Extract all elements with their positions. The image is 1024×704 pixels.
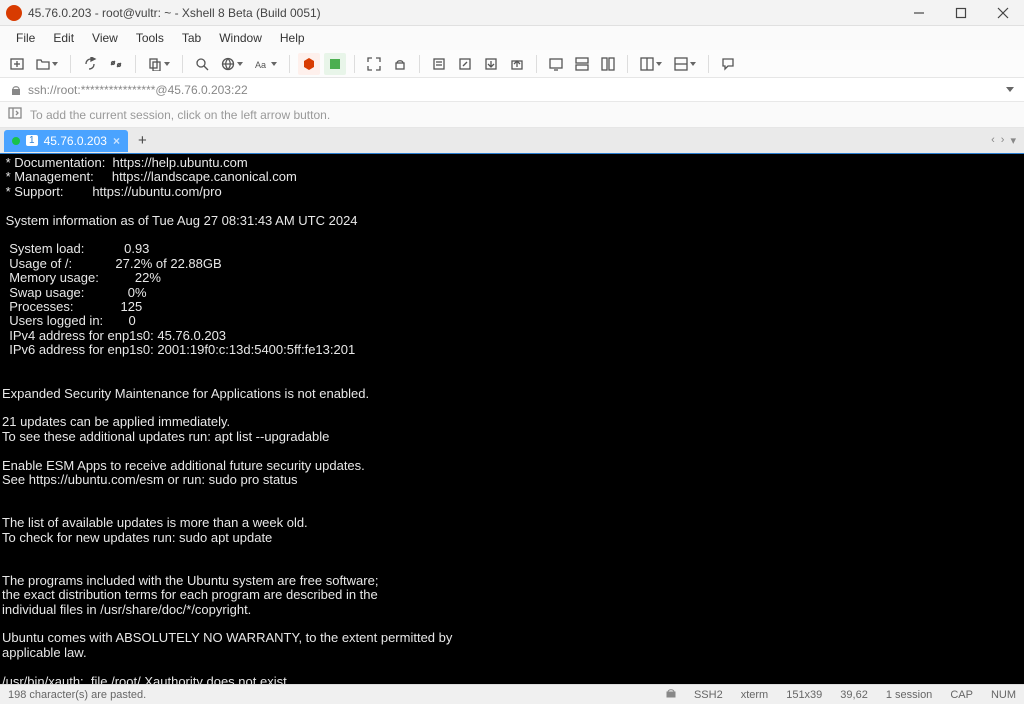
layout1-icon[interactable] xyxy=(636,53,666,75)
window-buttons xyxy=(898,0,1024,26)
encoding-icon[interactable] xyxy=(217,53,247,75)
toolbar-separator xyxy=(70,55,71,73)
window-title: 45.76.0.203 - root@vultr: ~ - Xshell 8 B… xyxy=(28,6,898,20)
panel-toggle-icon[interactable] xyxy=(8,106,22,123)
toolbar-separator xyxy=(354,55,355,73)
status-size: 151x39 xyxy=(786,689,822,701)
status-num: NUM xyxy=(991,689,1016,701)
terminal-output[interactable]: * Documentation: https://help.ubuntu.com… xyxy=(0,154,1024,704)
xagent-icon[interactable] xyxy=(298,53,320,75)
menu-tab[interactable]: Tab xyxy=(174,29,209,47)
highlight-icon[interactable] xyxy=(428,53,450,75)
disconnect-icon[interactable] xyxy=(105,53,127,75)
toolbar-separator xyxy=(182,55,183,73)
tab-index: 1 xyxy=(26,135,38,146)
status-session: 1 session xyxy=(886,689,932,701)
tab-list-icon[interactable]: ▾ xyxy=(1010,134,1016,147)
menu-help[interactable]: Help xyxy=(272,29,313,47)
chat-icon[interactable] xyxy=(717,53,739,75)
toolbar: Aa xyxy=(0,50,1024,78)
reconnect-icon[interactable] xyxy=(79,53,101,75)
font-icon[interactable]: Aa xyxy=(251,53,281,75)
status-dot-icon xyxy=(12,137,20,145)
address-text: ssh://root:****************@45.76.0.203:… xyxy=(28,83,248,97)
tab-label: 45.76.0.203 xyxy=(44,134,107,148)
toolbar-separator xyxy=(627,55,628,73)
edit-box-icon[interactable] xyxy=(454,53,476,75)
export-icon[interactable] xyxy=(506,53,528,75)
add-tab-button[interactable]: + xyxy=(128,132,157,149)
address-bar[interactable]: ssh://root:****************@45.76.0.203:… xyxy=(0,78,1024,102)
lock-icon[interactable] xyxy=(389,53,411,75)
open-session-icon[interactable] xyxy=(32,53,62,75)
fullscreen-icon[interactable] xyxy=(363,53,385,75)
menu-tools[interactable]: Tools xyxy=(128,29,172,47)
new-session-icon[interactable] xyxy=(6,53,28,75)
layout2-icon[interactable] xyxy=(670,53,700,75)
minimize-button[interactable] xyxy=(898,0,940,26)
toolbar-separator xyxy=(289,55,290,73)
menu-edit[interactable]: Edit xyxy=(45,29,82,47)
lock-icon xyxy=(10,84,22,96)
session-tab[interactable]: 1 45.76.0.203 × xyxy=(4,130,128,152)
tab-next-icon[interactable]: › xyxy=(1001,134,1005,147)
tab-close-icon[interactable]: × xyxy=(113,134,120,148)
copy-icon[interactable] xyxy=(144,53,174,75)
search-icon[interactable] xyxy=(191,53,213,75)
status-cap: CAP xyxy=(950,689,973,701)
tile-horizontal-icon[interactable] xyxy=(571,53,593,75)
new-terminal-icon[interactable] xyxy=(545,53,567,75)
svg-text:Aa: Aa xyxy=(255,60,266,70)
chevron-down-icon[interactable] xyxy=(1006,87,1014,92)
session-hint-text: To add the current session, click on the… xyxy=(30,108,330,122)
status-bar: 198 character(s) are pasted. SSH2 xterm … xyxy=(0,684,1024,704)
status-left: 198 character(s) are pasted. xyxy=(8,689,146,701)
session-hint-bar: To add the current session, click on the… xyxy=(0,102,1024,128)
toolbar-separator xyxy=(708,55,709,73)
menu-file[interactable]: File xyxy=(8,29,43,47)
menu-window[interactable]: Window xyxy=(211,29,270,47)
close-button[interactable] xyxy=(982,0,1024,26)
maximize-button[interactable] xyxy=(940,0,982,26)
toolbar-separator xyxy=(135,55,136,73)
toolbar-separator xyxy=(419,55,420,73)
import-icon[interactable] xyxy=(480,53,502,75)
tab-prev-icon[interactable]: ‹ xyxy=(991,134,995,147)
tab-bar: 1 45.76.0.203 × + ‹ › ▾ xyxy=(0,128,1024,154)
status-pos: 39,62 xyxy=(840,689,868,701)
app-icon xyxy=(6,5,22,21)
tool-icon[interactable] xyxy=(324,53,346,75)
toolbar-separator xyxy=(536,55,537,73)
status-ssh: SSH2 xyxy=(694,689,723,701)
status-term: xterm xyxy=(741,689,769,701)
tab-nav: ‹ › ▾ xyxy=(991,134,1024,147)
lock-mini-icon xyxy=(666,688,676,701)
tile-vertical-icon[interactable] xyxy=(597,53,619,75)
title-bar: 45.76.0.203 - root@vultr: ~ - Xshell 8 B… xyxy=(0,0,1024,26)
menu-view[interactable]: View xyxy=(84,29,126,47)
menu-bar: File Edit View Tools Tab Window Help xyxy=(0,26,1024,50)
